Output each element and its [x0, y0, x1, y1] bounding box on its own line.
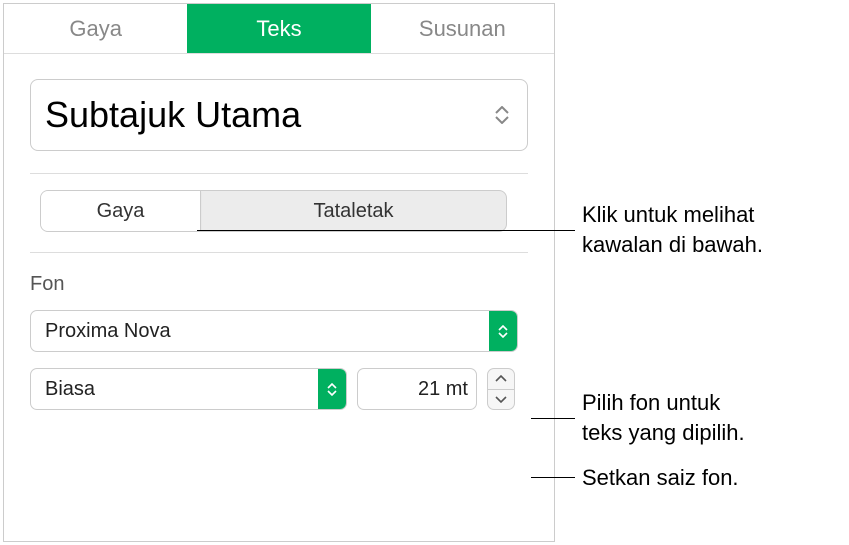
format-panel: Gaya Teks Susunan Subtajuk Utama Gaya Ta… — [3, 3, 555, 542]
callout-line — [197, 230, 575, 231]
callout-text-3: Setkan saiz fon. — [582, 463, 739, 493]
dropdown-icon — [489, 311, 517, 351]
font-size-stepper — [487, 368, 515, 410]
segment-gaya[interactable]: Gaya — [41, 191, 201, 231]
font-weight-dropdown[interactable]: Biasa — [30, 368, 347, 410]
tab-teks[interactable]: Teks — [187, 4, 370, 53]
top-tabs: Gaya Teks Susunan — [4, 4, 554, 54]
font-family-dropdown[interactable]: Proxima Nova — [30, 310, 518, 352]
panel-content: Subtajuk Utama Gaya Tataletak Fon Proxim… — [4, 54, 554, 410]
font-section-label: Fon — [30, 273, 528, 296]
callout-text-1: Klik untuk melihat kawalan di bawah. — [582, 200, 763, 259]
tab-susunan[interactable]: Susunan — [371, 4, 554, 53]
callout-line — [531, 477, 575, 478]
chevron-updown-icon — [495, 106, 509, 124]
font-weight-value: Biasa — [45, 378, 95, 401]
divider — [30, 173, 528, 174]
callout-text-2: Pilih fon untuk teks yang dipilih. — [582, 388, 745, 447]
divider — [30, 252, 528, 253]
callout-line — [531, 418, 575, 419]
paragraph-style-label: Subtajuk Utama — [45, 94, 301, 136]
stepper-down[interactable] — [488, 390, 514, 410]
tab-gaya[interactable]: Gaya — [4, 4, 187, 53]
segment-tataletak[interactable]: Tataletak — [201, 191, 506, 231]
stepper-up[interactable] — [488, 369, 514, 390]
style-layout-segment: Gaya Tataletak — [40, 190, 507, 232]
font-family-value: Proxima Nova — [45, 320, 171, 343]
font-size-field[interactable]: 21 mt — [357, 368, 477, 410]
dropdown-icon — [318, 369, 346, 409]
paragraph-style-dropdown[interactable]: Subtajuk Utama — [30, 79, 528, 151]
